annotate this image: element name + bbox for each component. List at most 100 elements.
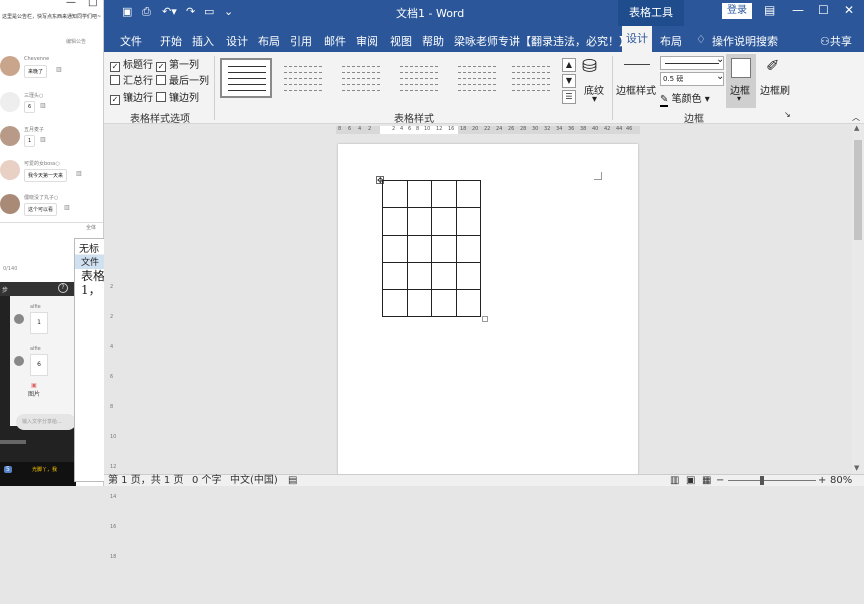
tab-file[interactable]: 文件 — [120, 33, 142, 49]
horizontal-scrollbar[interactable] — [0, 440, 26, 444]
horizontal-ruler[interactable]: 8 6 4 2 2 4 6 8 10 12 16 18 20 22 24 26 … — [336, 126, 640, 134]
table-style-grid[interactable] — [220, 58, 272, 98]
table-cell[interactable] — [382, 289, 408, 318]
delete-icon[interactable]: ▥ — [40, 102, 46, 109]
line-style-select[interactable] — [660, 56, 724, 70]
tab-table-design[interactable]: 设计 — [622, 26, 652, 52]
tab-table-layout[interactable]: 布局 — [660, 33, 682, 49]
checkbox-total-row[interactable]: 汇总行 — [110, 72, 153, 87]
table-style-option[interactable] — [336, 58, 388, 98]
table-cell[interactable] — [431, 234, 457, 263]
notepad-window[interactable]: 无标 文件 表格 1， — [74, 238, 108, 482]
tab-review[interactable]: 审阅 — [356, 33, 378, 49]
border-painter-button[interactable]: 边框刷 — [760, 82, 790, 97]
checkbox-header-row[interactable]: ✓ 标题行 — [110, 56, 153, 72]
table-cell[interactable] — [406, 234, 432, 263]
scrollbar-thumb[interactable] — [854, 140, 862, 240]
table-cell[interactable] — [455, 179, 481, 209]
border-styles-button[interactable]: 边框样式 — [616, 82, 656, 97]
table-cell[interactable] — [406, 289, 432, 318]
pen-weight-select[interactable]: 0.5 磅 — [660, 72, 724, 86]
vertical-scrollbar[interactable]: ▲ ▼ — [852, 124, 864, 474]
word-count[interactable]: 0 个字 — [192, 475, 222, 487]
document-area[interactable]: 2 2 4 6 8 10 12 14 16 18 ✥ — [104, 134, 852, 560]
login-button[interactable]: 登录 — [722, 3, 752, 19]
tab-home[interactable]: 开始 — [160, 33, 182, 49]
borders-button[interactable]: 边框 ▾ — [726, 54, 756, 108]
tab-insert[interactable]: 插入 — [192, 33, 214, 49]
document-table[interactable] — [382, 179, 481, 318]
zoom-in-icon[interactable]: + — [818, 475, 826, 487]
pen-color-button[interactable]: ✎ 笔颜色 ▾ — [660, 90, 710, 107]
delete-icon[interactable]: ▥ — [64, 204, 70, 211]
tab-design[interactable]: 设计 — [226, 33, 248, 49]
read-mode-icon[interactable]: ▥ — [670, 475, 679, 487]
language-indicator[interactable]: 中文(中国) — [230, 475, 278, 487]
checkbox-banded-rows[interactable]: ✓ 镶边行 — [110, 89, 153, 105]
more-styles-icon[interactable]: ☰ — [562, 90, 576, 104]
tab-references[interactable]: 引用 — [290, 33, 312, 49]
scroll-down-icon[interactable]: ▼ — [854, 464, 859, 472]
chevron-down-icon[interactable]: ⌄ — [716, 71, 724, 82]
help-icon[interactable]: ? — [58, 283, 68, 293]
document-page[interactable]: ✥ — [338, 144, 638, 484]
checkbox-first-column[interactable]: ✓ 第一列 — [156, 56, 199, 72]
chevron-down-icon[interactable]: ▼ — [562, 74, 576, 88]
table-style-option[interactable] — [394, 58, 446, 98]
scroll-up-icon[interactable]: ▲ — [854, 124, 859, 132]
macro-record-icon[interactable]: ▤ — [288, 475, 297, 487]
table-cell[interactable] — [382, 207, 408, 236]
border-style-line-icon[interactable] — [624, 64, 650, 65]
checkbox-banded-columns[interactable]: 镶边列 — [156, 89, 199, 104]
web-layout-icon[interactable]: ▦ — [702, 475, 711, 487]
tab-view[interactable]: 视图 — [390, 33, 412, 49]
table-style-option[interactable] — [278, 58, 330, 98]
close-icon[interactable]: □ — [88, 0, 97, 8]
delete-icon[interactable]: ▥ — [76, 170, 82, 177]
dialog-launcher-icon[interactable]: ↘ — [784, 110, 791, 119]
table-cell[interactable] — [406, 261, 432, 291]
table-resize-handle[interactable] — [482, 316, 488, 322]
all-members-toggle[interactable]: 全体 — [86, 224, 96, 231]
minimize-icon[interactable]: — — [792, 3, 804, 17]
chat-input[interactable]: 输入文字分享给... — [16, 414, 76, 430]
open-folder-icon[interactable]: ▭ — [204, 5, 214, 18]
table-cell[interactable] — [406, 207, 432, 236]
table-cell[interactable] — [455, 261, 481, 291]
table-cell[interactable] — [455, 289, 481, 318]
table-cell[interactable] — [431, 261, 457, 291]
table-cell[interactable] — [382, 261, 408, 291]
table-cell[interactable] — [382, 179, 408, 209]
ribbon-display-icon[interactable]: ▤ — [764, 3, 775, 17]
delete-icon[interactable]: ▥ — [40, 136, 46, 143]
table-cell[interactable] — [431, 179, 457, 209]
checkbox-last-column[interactable]: 最后一列 — [156, 72, 209, 87]
customize-toolbar-icon[interactable]: ⌄ — [224, 5, 233, 18]
tab-layout[interactable]: 布局 — [258, 33, 280, 49]
zoom-slider-knob[interactable] — [760, 476, 764, 485]
print-preview-icon[interactable]: ⎙ — [142, 5, 151, 19]
page-count[interactable]: 第 1 页，共 1 页 — [108, 475, 183, 487]
table-style-option[interactable] — [452, 58, 504, 98]
share-button[interactable]: ⚇共享 — [820, 33, 852, 49]
table-cell[interactable] — [431, 207, 457, 236]
maximize-icon[interactable]: ☐ — [818, 3, 829, 17]
collapse-ribbon-icon[interactable]: ︿ — [852, 112, 860, 123]
chevron-down-icon[interactable]: ⌄ — [716, 54, 724, 65]
minimize-icon[interactable]: — — [66, 0, 76, 8]
lightbulb-icon[interactable]: ♢ — [696, 33, 706, 46]
picture-button[interactable]: ▣ 图片 — [28, 382, 40, 398]
notepad-file-menu[interactable]: 文件 — [75, 255, 107, 269]
table-style-option[interactable] — [506, 58, 558, 98]
table-cell[interactable] — [431, 289, 457, 318]
paint-bucket-icon[interactable]: ⛁ — [582, 56, 597, 77]
table-cell[interactable] — [406, 179, 432, 209]
zoom-slider[interactable] — [728, 480, 816, 481]
chevron-up-icon[interactable]: ▲ — [562, 58, 576, 72]
zoom-level[interactable]: 80% — [830, 475, 852, 487]
vertical-ruler[interactable]: 2 2 4 6 8 10 12 14 16 18 — [110, 274, 116, 604]
tell-me-search[interactable]: 操作说明搜索 — [712, 33, 778, 49]
border-painter-icon[interactable]: ✐ — [766, 56, 779, 75]
chevron-down-icon[interactable]: ▾ — [592, 94, 597, 105]
print-layout-icon[interactable]: ▣ — [686, 475, 695, 487]
